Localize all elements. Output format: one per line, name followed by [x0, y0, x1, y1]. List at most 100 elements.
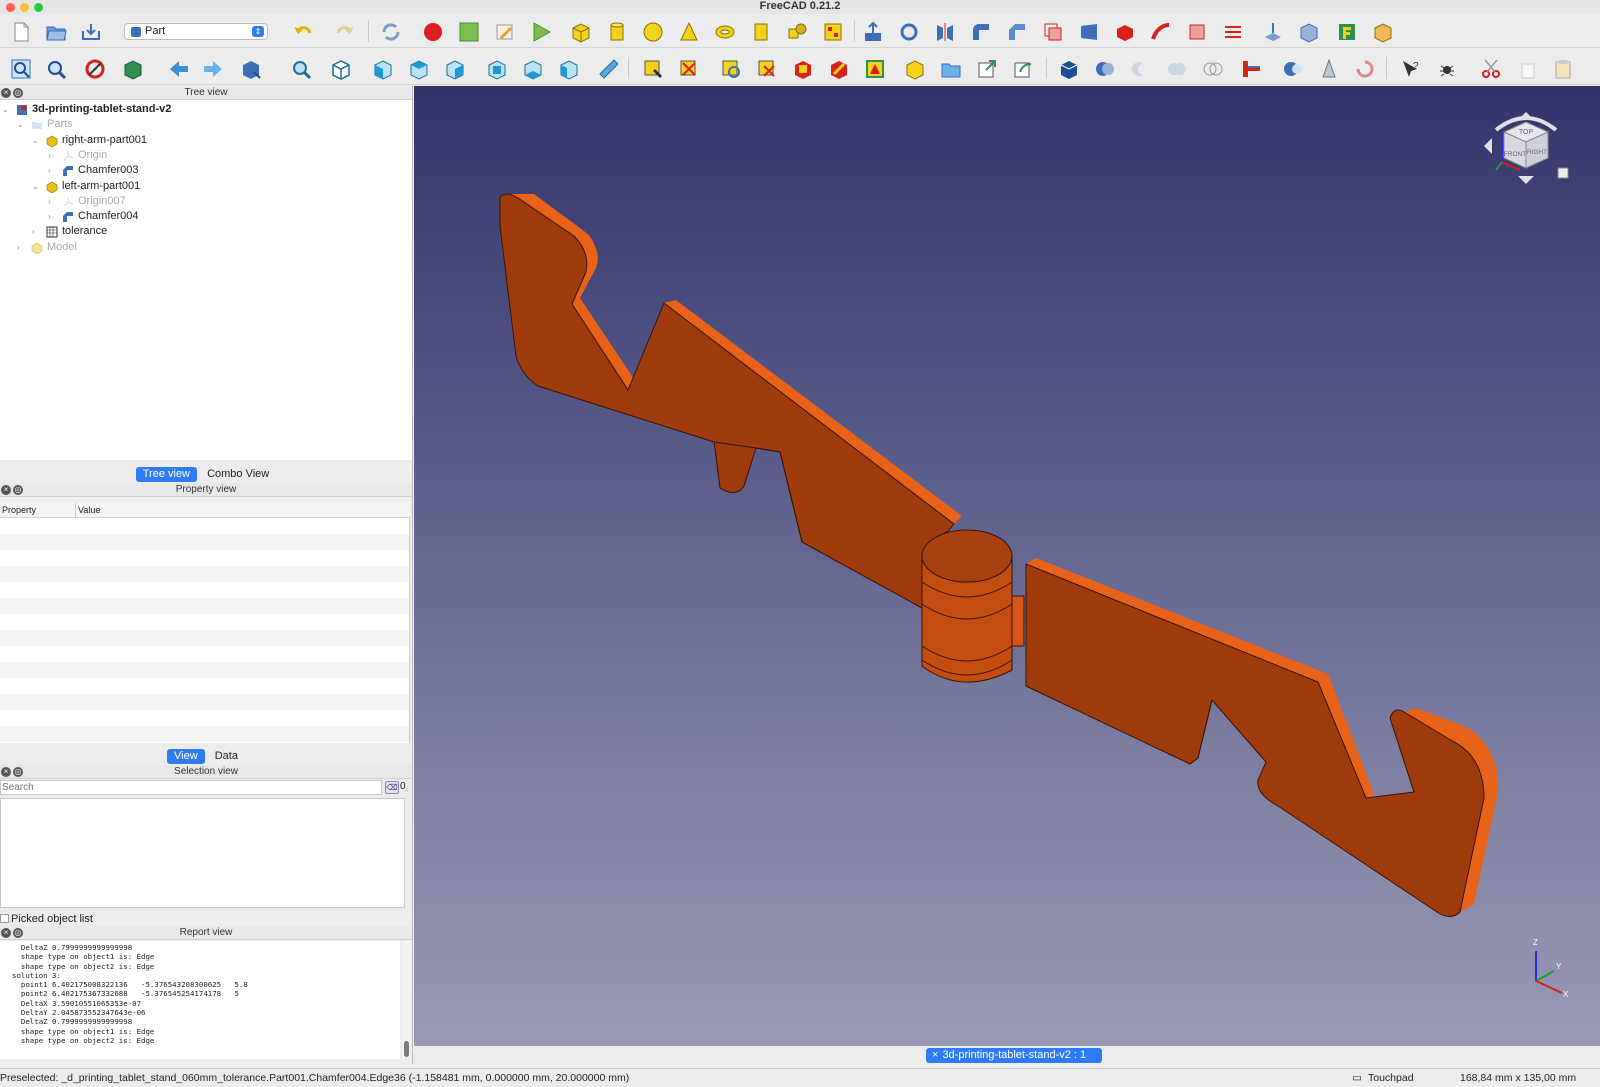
measure-toggle-all-icon[interactable] — [792, 58, 814, 80]
navcube-menu-icon[interactable] — [1557, 167, 1569, 179]
navcube-top-label[interactable]: TOP — [1519, 129, 1534, 136]
expand-chevron-down-icon[interactable]: ⌄ — [17, 117, 27, 132]
projection-icon[interactable] — [1336, 21, 1358, 43]
navcube-right-label[interactable]: RIGHT — [1527, 149, 1547, 156]
tree-item[interactable]: › Chamfer004 — [0, 209, 412, 224]
tab-tree-view[interactable]: Tree view — [135, 467, 198, 482]
tab-view[interactable]: View — [167, 749, 205, 764]
redo-icon[interactable] — [334, 21, 356, 43]
view-front-icon[interactable] — [372, 58, 394, 80]
tree-view[interactable]: ⌄ 3d-printing-tablet-stand-v2 ⌄ Parts ⌄ right… — [0, 100, 412, 460]
undo-icon[interactable] — [292, 21, 314, 43]
tree-item[interactable]: › Model — [0, 240, 412, 255]
macro-record-icon[interactable] — [422, 21, 444, 43]
fit-all-icon[interactable] — [10, 58, 32, 80]
touchpad-icon[interactable]: ▭ — [1352, 1069, 1362, 1087]
close-panel-icon[interactable]: × — [1, 485, 11, 495]
std-views-zoom-icon[interactable] — [290, 58, 312, 80]
selection-search-input[interactable] — [0, 780, 382, 795]
measure-linear-icon[interactable] — [642, 58, 664, 80]
navcube-up-arrow-icon[interactable] — [1518, 112, 1534, 120]
clear-search-icon[interactable]: ⌫ — [385, 781, 399, 794]
open-document-icon[interactable] — [45, 21, 67, 43]
workbench-selector[interactable]: Part ⇕ — [124, 23, 268, 40]
tree-item[interactable]: ⌄ 3d-printing-tablet-stand-v2 — [0, 102, 412, 117]
property-table[interactable] — [0, 518, 410, 743]
tab-combo-view[interactable]: Combo View — [200, 467, 276, 482]
part-cylinder-icon[interactable] — [606, 21, 628, 43]
close-panel-icon[interactable]: × — [1, 88, 11, 98]
navcube-down-arrow-icon[interactable] — [1518, 176, 1534, 184]
tree-item[interactable]: › Origin007 — [0, 194, 412, 209]
expand-chevron-right-icon[interactable]: › — [48, 148, 58, 163]
3d-viewport[interactable]: TOP FRONT RIGHT Z Y X — [414, 86, 1600, 1048]
close-panel-icon[interactable]: × — [1, 767, 11, 777]
close-window-button[interactable] — [6, 3, 15, 12]
macro-stop-icon[interactable] — [458, 21, 480, 43]
report-output[interactable]: DeltaZ 0.7999999999999998 shape type on … — [0, 941, 400, 1059]
paste-icon[interactable] — [1552, 58, 1574, 80]
draw-style-icon[interactable] — [84, 58, 106, 80]
tree-item[interactable]: ⌄ left-arm-part001 — [0, 179, 412, 194]
extrude-icon[interactable] — [862, 21, 884, 43]
float-panel-icon[interactable]: ◎ — [13, 928, 23, 938]
measure-toggle-delta-icon[interactable] — [864, 58, 886, 80]
left-arm-part[interactable] — [496, 193, 962, 609]
float-panel-icon[interactable]: ◎ — [13, 767, 23, 777]
fuse-icon[interactable] — [1166, 58, 1188, 80]
common-icon[interactable] — [1202, 58, 1224, 80]
bug-icon[interactable] — [1436, 58, 1458, 80]
macro-edit-icon[interactable] — [494, 21, 516, 43]
expand-chevron-right-icon[interactable]: › — [32, 224, 42, 239]
expand-chevron-right-icon[interactable]: › — [17, 240, 27, 255]
sync-view-icon[interactable] — [240, 58, 262, 80]
thickness-icon[interactable] — [1298, 21, 1320, 43]
check-geometry-icon[interactable] — [1318, 58, 1340, 80]
expand-chevron-right-icon[interactable]: › — [48, 209, 58, 224]
loft-icon[interactable] — [1114, 21, 1136, 43]
property-column-header[interactable]: Property — [2, 505, 36, 515]
color-per-face-icon[interactable] — [1372, 21, 1394, 43]
join-features-icon[interactable] — [1240, 58, 1262, 80]
tree-item[interactable]: ⌄ Parts — [0, 117, 412, 132]
navcube-left-arrow-icon[interactable] — [1484, 138, 1492, 154]
view-bottom-icon[interactable] — [522, 58, 544, 80]
bounding-box-icon[interactable] — [122, 58, 144, 80]
part-box-icon[interactable] — [570, 21, 592, 43]
part-builder-icon[interactable] — [822, 21, 844, 43]
tree-item[interactable]: › Origin — [0, 148, 412, 163]
chamfer-icon[interactable] — [1006, 21, 1028, 43]
create-part-icon[interactable] — [904, 58, 926, 80]
offset-icon[interactable] — [1262, 21, 1284, 43]
link-make-icon[interactable] — [976, 58, 998, 80]
zoom-window-button[interactable] — [34, 3, 43, 12]
boolean-icon[interactable] — [1094, 58, 1116, 80]
view-right-icon[interactable] — [444, 58, 466, 80]
part-sphere-icon[interactable] — [642, 21, 664, 43]
compound-tools-icon[interactable] — [1058, 58, 1080, 80]
float-panel-icon[interactable]: ◎ — [13, 485, 23, 495]
close-panel-icon[interactable]: × — [1, 928, 11, 938]
tab-data[interactable]: Data — [208, 749, 245, 764]
picked-object-list-toggle[interactable]: Picked object list — [0, 913, 93, 926]
cut-icon[interactable] — [1130, 58, 1152, 80]
defeaturing-icon[interactable] — [1354, 58, 1376, 80]
view-isometric-icon[interactable] — [330, 58, 352, 80]
tree-item[interactable]: ⌄ right-arm-part001 — [0, 133, 412, 148]
sweep-icon[interactable] — [1150, 21, 1172, 43]
fillet-icon[interactable] — [970, 21, 992, 43]
report-scrollbar[interactable] — [402, 941, 411, 1059]
right-arm-part[interactable] — [1025, 558, 1499, 917]
cut-scissors-icon[interactable] — [1480, 58, 1502, 80]
measure-clear-icon[interactable] — [756, 58, 778, 80]
part-primitives-icon[interactable] — [786, 21, 808, 43]
part-torus-icon[interactable] — [714, 21, 736, 43]
expand-chevron-down-icon[interactable]: ⌄ — [32, 179, 42, 194]
view-rear-icon[interactable] — [486, 58, 508, 80]
refresh-icon[interactable] — [380, 21, 402, 43]
revolve-icon[interactable] — [898, 21, 920, 43]
measure-toggle-3d-icon[interactable] — [828, 58, 850, 80]
tree-item[interactable]: › tolerance — [0, 224, 412, 239]
view-top-icon[interactable] — [408, 58, 430, 80]
navigation-cube[interactable]: TOP FRONT RIGHT — [1484, 112, 1569, 184]
